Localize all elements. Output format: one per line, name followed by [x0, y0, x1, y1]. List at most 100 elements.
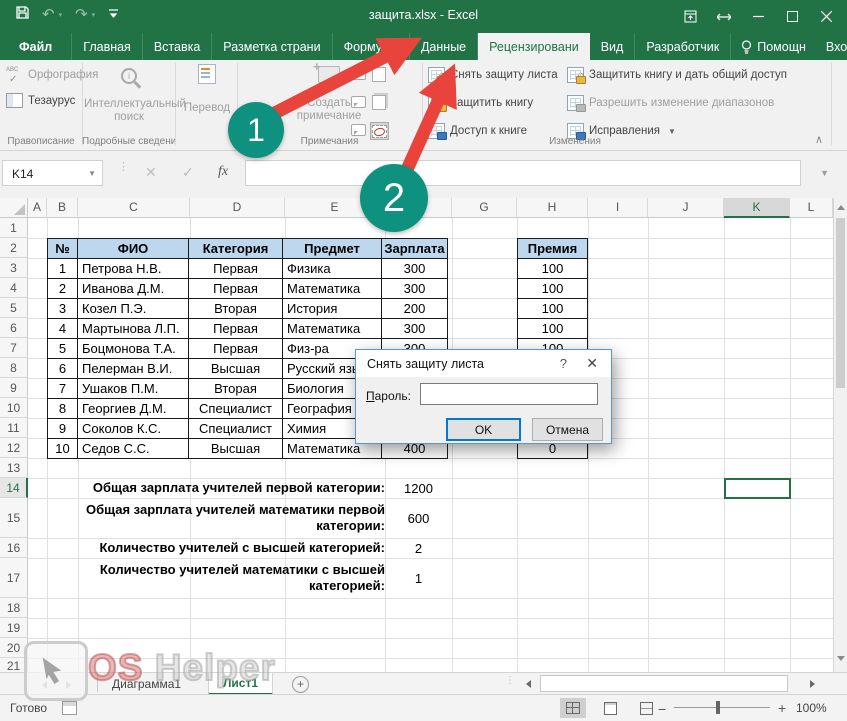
table-cell[interactable]: Высшая — [188, 358, 283, 379]
row-header-17[interactable]: 17 — [0, 558, 28, 598]
page-layout-view-button[interactable] — [597, 698, 623, 718]
close-button[interactable] — [809, 0, 843, 33]
row-header-10[interactable]: 10 — [0, 398, 28, 418]
table-cell[interactable]: 100 — [517, 258, 588, 279]
table-header-cell[interactable]: № — [47, 238, 78, 259]
row-header-3[interactable]: 3 — [0, 258, 28, 278]
row-header-20[interactable]: 20 — [0, 638, 28, 658]
table-cell[interactable]: Физика — [282, 258, 382, 279]
ribbon-tab-item[interactable]: Главная — [72, 33, 143, 60]
smart-lookup-button[interactable]: Интеллектуальный поиск — [84, 66, 174, 124]
table-cell[interactable]: Иванова Д.М. — [77, 278, 189, 299]
tell-me-item[interactable]: Помощн — [731, 40, 816, 54]
password-input[interactable] — [420, 383, 598, 405]
column-header-G[interactable]: G — [452, 198, 517, 218]
dialog-close-icon[interactable]: ✕ — [586, 355, 598, 372]
table-cell[interactable]: Петрова Н.В. — [77, 258, 189, 279]
maximize-button[interactable] — [775, 0, 809, 33]
insert-function-icon[interactable]: fx — [218, 164, 228, 180]
table-cell[interactable]: 8 — [47, 398, 78, 419]
ribbon-display-options-icon[interactable] — [673, 0, 707, 33]
row-header-13[interactable]: 13 — [0, 458, 28, 478]
row-header-18[interactable]: 18 — [0, 598, 28, 618]
table-cell[interactable]: 7 — [47, 378, 78, 399]
sign-in-button[interactable]: Вход — [816, 40, 847, 54]
column-header-H[interactable]: H — [517, 198, 588, 218]
resize-arrows-icon[interactable] — [707, 0, 741, 33]
table-cell[interactable]: Математика — [282, 318, 382, 339]
table-cell[interactable]: Ушаков П.М. — [77, 378, 189, 399]
previous-comment-icon[interactable] — [350, 94, 367, 110]
table-cell[interactable]: 3 — [47, 298, 78, 319]
zoom-out-icon[interactable]: − — [658, 701, 666, 717]
row-header-7[interactable]: 7 — [0, 338, 28, 358]
ribbon-tab-item[interactable]: Разметка страни — [212, 33, 332, 60]
table-cell[interactable]: 6 — [47, 358, 78, 379]
row-header-21[interactable]: 21 — [0, 658, 28, 672]
zoom-level[interactable]: 100% — [796, 701, 827, 715]
row-header-15[interactable]: 15 — [0, 498, 28, 538]
column-header-C[interactable]: C — [78, 198, 190, 218]
table-cell[interactable]: Высшая — [188, 438, 283, 459]
ribbon-tab-item[interactable]: Вставка — [143, 33, 212, 60]
minimize-button[interactable] — [741, 0, 775, 33]
column-header-A[interactable]: A — [28, 198, 47, 218]
zoom-slider-track[interactable] — [674, 707, 770, 708]
confirm-entry-icon[interactable]: ✓ — [182, 164, 194, 181]
table-header-cell[interactable]: Зарплата — [381, 238, 448, 259]
table-cell[interactable]: 100 — [517, 278, 588, 299]
thesaurus-button[interactable]: Тезаурус — [6, 93, 75, 108]
table-cell[interactable]: 4 — [47, 318, 78, 339]
ok-button[interactable]: OK — [446, 418, 521, 441]
table-cell[interactable]: 100 — [517, 318, 588, 339]
select-all-corner[interactable] — [0, 198, 28, 218]
horizontal-scroll-thumb[interactable] — [540, 675, 788, 692]
ribbon-tab-item[interactable]: Вид — [590, 33, 636, 60]
unprotect-sheet-button[interactable]: Снять защиту листа — [428, 67, 558, 83]
table-cell[interactable]: Пелерман В.И. — [77, 358, 189, 379]
save-icon[interactable] — [16, 6, 29, 24]
protect-and-share-button[interactable]: Защитить книгу и дать общий доступ — [567, 67, 787, 83]
table-header-cell[interactable]: Премия — [517, 238, 588, 259]
normal-view-button[interactable] — [560, 698, 586, 718]
row-header-6[interactable]: 6 — [0, 318, 28, 338]
row-header-12[interactable]: 12 — [0, 438, 28, 458]
name-box[interactable]: K14 ▼ — [2, 160, 103, 186]
table-cell[interactable]: Математика — [282, 278, 382, 299]
row-header-2[interactable]: 2 — [0, 238, 28, 258]
table-cell[interactable]: Седов С.С. — [77, 438, 189, 459]
customize-toolbar-icon[interactable] — [108, 6, 119, 24]
macro-record-icon[interactable] — [62, 701, 77, 715]
name-box-dropdown-icon[interactable]: ▼ — [88, 161, 96, 187]
zoom-in-icon[interactable]: + — [778, 700, 786, 716]
table-cell[interactable]: 2 — [47, 278, 78, 299]
table-cell[interactable]: Специалист — [188, 418, 283, 439]
scroll-up-icon[interactable] — [837, 205, 845, 210]
table-cell[interactable]: 10 — [47, 438, 78, 459]
add-sheet-button[interactable]: + — [292, 676, 309, 693]
column-header-B[interactable]: B — [47, 198, 78, 218]
next-sheet-icon[interactable] — [66, 681, 71, 689]
table-cell[interactable]: Первая — [188, 278, 283, 299]
table-cell[interactable]: Вторая — [188, 298, 283, 319]
column-header-K[interactable]: K — [724, 198, 790, 218]
ribbon-tab-active[interactable]: Рецензировани — [478, 33, 590, 60]
expand-formula-bar-icon[interactable]: ▼ — [820, 168, 829, 178]
row-header-8[interactable]: 8 — [0, 358, 28, 378]
scroll-left-icon[interactable] — [526, 680, 531, 688]
show-all-comments-icon[interactable] — [370, 94, 387, 110]
table-cell[interactable]: Соколов К.С. — [77, 418, 189, 439]
translate-button[interactable]: Перевод — [177, 64, 237, 115]
column-header-J[interactable]: J — [648, 198, 724, 218]
row-header-5[interactable]: 5 — [0, 298, 28, 318]
table-cell[interactable]: Козел П.Э. — [77, 298, 189, 319]
table-cell[interactable]: Первая — [188, 258, 283, 279]
ribbon-tab-item[interactable]: Файл — [0, 33, 72, 60]
ribbon-tab-item[interactable]: Данные — [410, 33, 478, 60]
table-cell[interactable]: Вторая — [188, 378, 283, 399]
row-header-11[interactable]: 11 — [0, 418, 28, 438]
table-cell[interactable]: Первая — [188, 338, 283, 359]
sheet-tab-active[interactable]: Лист1 — [208, 673, 273, 695]
table-cell[interactable]: 300 — [381, 258, 448, 279]
table-cell[interactable]: 300 — [381, 278, 448, 299]
